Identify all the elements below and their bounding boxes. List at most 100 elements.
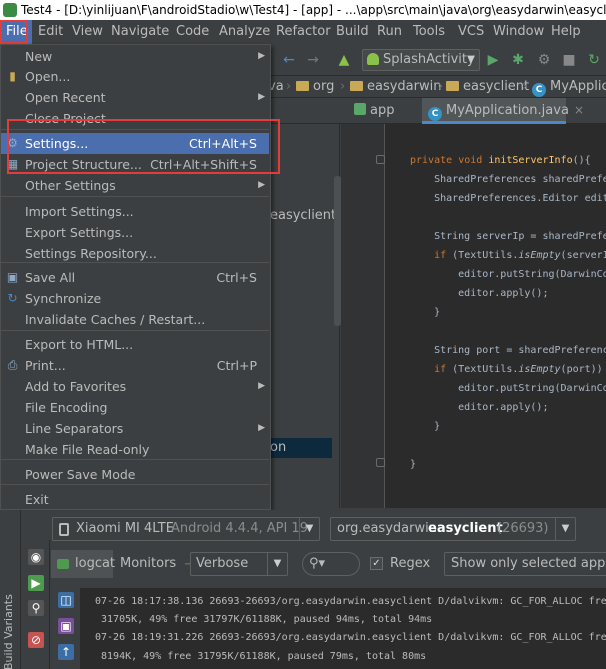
- file-menu-annotation-box: [0, 20, 28, 44]
- menu-item-add-to-favorites[interactable]: Add to Favorites ▶: [1, 376, 269, 397]
- code-line: editor.apply();: [410, 288, 549, 299]
- menu-item-shortcut: Ctrl+S: [216, 270, 257, 285]
- breadcrumb-item-org[interactable]: org: [296, 76, 334, 98]
- menu-item-label: Synchronize: [25, 291, 102, 306]
- breadcrumb-item-easyclient[interactable]: easyclient: [446, 76, 529, 98]
- menu-analyze[interactable]: Analyze: [219, 20, 270, 44]
- run-configuration-select[interactable]: SplashActivity ▼: [362, 49, 480, 71]
- code-line: }: [410, 307, 441, 318]
- code-line: private void initServerInfo(){: [410, 155, 591, 166]
- menu-window[interactable]: Window: [493, 20, 544, 44]
- device-select[interactable]: Xiaomi MI 4LTE Android 4.4.4, API 19 ▼: [52, 517, 320, 541]
- folder-icon: [446, 81, 459, 91]
- tab-myapplication-java[interactable]: C MyApplication.java: [422, 98, 569, 124]
- regex-checkbox[interactable]: ✓: [370, 557, 383, 570]
- run-icon[interactable]: ▶: [485, 52, 501, 68]
- window-title-bar: Test4 - [D:\yinlijuan\F\androidStadio\w\…: [0, 0, 606, 20]
- menu-item-other-settings[interactable]: Other Settings ▶: [1, 175, 269, 196]
- filter-scope-select[interactable]: Show only selected applica: [444, 552, 606, 576]
- menu-item-power-save-mode[interactable]: Power Save Mode: [1, 464, 269, 485]
- folder-icon: [350, 81, 363, 91]
- attach-debugger-icon[interactable]: ⚙: [536, 52, 552, 68]
- menu-item-open-recent[interactable]: Open Recent ▶: [1, 87, 269, 108]
- menu-item-invalidate-caches-restart[interactable]: Invalidate Caches / Restart...: [1, 309, 269, 330]
- trash-icon[interactable]: ◫: [58, 592, 74, 608]
- stop-icon[interactable]: ⊘: [28, 632, 44, 648]
- project-scrollbar[interactable]: [334, 176, 341, 326]
- logcat-icon: [57, 559, 69, 569]
- code-line: editor.putString(DarwinCo: [410, 269, 606, 280]
- menu-item-line-separators[interactable]: Line Separators ▶: [1, 418, 269, 439]
- android-icon: [367, 53, 379, 65]
- menu-item-synchronize[interactable]: ↻ Synchronize: [1, 288, 269, 309]
- menu-item-new[interactable]: New ▶: [1, 46, 269, 67]
- menu-item-file-encoding[interactable]: File Encoding: [1, 397, 269, 418]
- menu-item-settings-repository[interactable]: Settings Repository...: [1, 243, 269, 264]
- code-line: String serverIp = sharedPrefe: [410, 231, 606, 242]
- menu-vcs[interactable]: VCS: [458, 20, 484, 44]
- menu-build[interactable]: Build: [336, 20, 369, 44]
- project-tree-item[interactable]: easyclient: [270, 208, 336, 223]
- menu-item-print[interactable]: ⎙ Print... Ctrl+P: [1, 355, 269, 376]
- menu-item-label: Other Settings: [25, 178, 116, 193]
- menu-item-label: Open...: [25, 69, 71, 84]
- sync-gradle-icon[interactable]: ↻: [586, 52, 602, 68]
- menu-separator: [1, 330, 269, 331]
- code-line: }: [410, 421, 441, 432]
- debug-icon[interactable]: ✱: [510, 52, 526, 68]
- menu-item-label: Exit: [25, 492, 49, 507]
- menu-run[interactable]: Run: [377, 20, 402, 44]
- menu-refactor[interactable]: Refactor: [276, 20, 331, 44]
- menu-item-save-all[interactable]: ▣ Save All Ctrl+S: [1, 267, 269, 288]
- menu-edit[interactable]: Edit: [38, 20, 63, 44]
- tab-app[interactable]: app: [348, 98, 400, 124]
- breadcrumb-separator-icon: ›: [522, 79, 528, 94]
- menu-help[interactable]: Help: [551, 20, 581, 44]
- menu-tools[interactable]: Tools: [413, 20, 445, 44]
- tab-monitors[interactable]: Monitors →: [120, 550, 193, 578]
- menu-item-make-file-read-only[interactable]: Make File Read-only: [1, 439, 269, 460]
- log-level-value: Verbose: [196, 556, 249, 571]
- log-level-select[interactable]: Verbose ▼: [190, 552, 288, 576]
- menu-item-label: Save All: [25, 270, 76, 285]
- fold-marker-icon[interactable]: [376, 458, 385, 467]
- menu-item-label: Add to Favorites: [25, 379, 127, 394]
- stop-icon[interactable]: ■: [561, 52, 577, 68]
- run-icon[interactable]: ▶: [28, 575, 44, 591]
- phone-icon: [59, 523, 69, 536]
- save-icon: ▣: [6, 270, 19, 284]
- fold-marker-icon[interactable]: [376, 155, 385, 164]
- submenu-arrow-icon: ▶: [258, 51, 265, 61]
- menu-item-exit[interactable]: Exit: [1, 489, 269, 510]
- process-select[interactable]: org.easydarwin. easyclient (26693) ▼: [330, 517, 576, 541]
- menu-code[interactable]: Code: [176, 20, 209, 44]
- screen-record-icon[interactable]: ▣: [58, 618, 74, 634]
- menu-item-export-to-html[interactable]: Export to HTML...: [1, 334, 269, 355]
- submenu-arrow-icon: ▶: [258, 180, 265, 190]
- forward-arrow-icon[interactable]: →: [305, 52, 321, 68]
- chevron-down-icon: ▼: [467, 54, 475, 65]
- menu-item-label: Export Settings...: [25, 225, 134, 240]
- code-line: SharedPreferences sharedPrefe: [410, 174, 606, 185]
- camera-icon[interactable]: ◉: [28, 549, 44, 565]
- log-search-input[interactable]: ⚲▾: [302, 552, 360, 576]
- log-line: 07-26 18:17:38.136 26693-26693/org.easyd…: [95, 596, 606, 607]
- close-icon[interactable]: ×: [574, 103, 584, 117]
- make-project-icon[interactable]: ▲: [336, 52, 352, 68]
- back-arrow-icon[interactable]: ←: [281, 52, 297, 68]
- scroll-up-icon[interactable]: ↑: [58, 644, 74, 660]
- code-line: if (TextUtils.isEmpty(port)): [434, 364, 603, 375]
- breadcrumb-item-easydarwin[interactable]: easydarwin: [350, 76, 441, 98]
- code-line: editor.apply();: [410, 402, 549, 413]
- search-icon[interactable]: ⚲: [28, 600, 44, 616]
- menu-navigate[interactable]: Navigate: [111, 20, 169, 44]
- menu-view[interactable]: View: [72, 20, 103, 44]
- menu-item-export-settings[interactable]: Export Settings...: [1, 222, 269, 243]
- menu-item-shortcut: Ctrl+P: [216, 358, 257, 373]
- menu-item-open[interactable]: ▮ Open...: [1, 66, 269, 87]
- tab-logcat[interactable]: logcat: [51, 550, 115, 578]
- menu-item-label: Import Settings...: [25, 204, 134, 219]
- menu-item-import-settings[interactable]: Import Settings...: [1, 201, 269, 222]
- breadcrumb-item-class[interactable]: CMyApplica: [532, 76, 606, 98]
- build-variants-tab[interactable]: Build Variants: [2, 580, 18, 669]
